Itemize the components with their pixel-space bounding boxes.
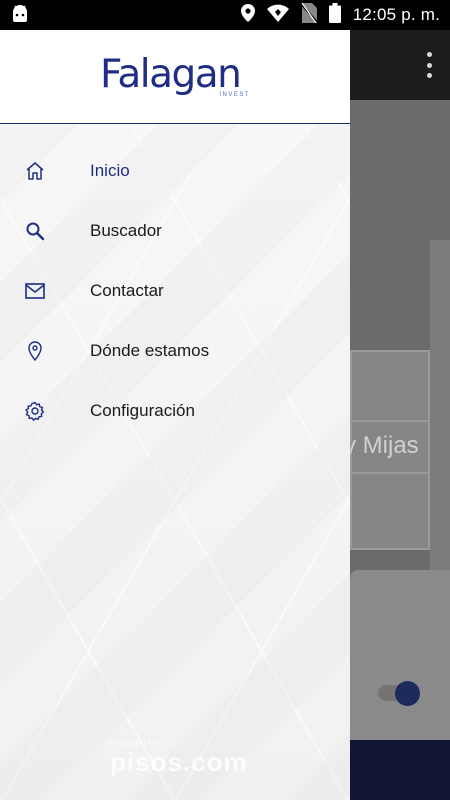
status-bar: 12:05 p. m. bbox=[0, 0, 450, 30]
drawer-menu: Inicio Buscador Contactar Dónde estamos bbox=[0, 124, 350, 441]
menu-item-donde-estamos[interactable]: Dónde estamos bbox=[0, 321, 350, 381]
falagan-logo: Falagan INVEST bbox=[100, 51, 250, 101]
mail-icon bbox=[24, 280, 46, 302]
powered-by-footer: Powered by pisos.com bbox=[110, 738, 250, 788]
no-sim-icon bbox=[300, 2, 318, 28]
background-toggle-knob[interactable] bbox=[395, 681, 420, 706]
menu-item-buscador[interactable]: Buscador bbox=[0, 201, 350, 261]
search-icon bbox=[24, 220, 46, 242]
background-hero-text: y Mijas bbox=[344, 432, 419, 459]
pisos-brand-logo: pisos.com bbox=[110, 747, 248, 777]
logo-wordmark: Falagan bbox=[100, 51, 242, 97]
settings-gear-icon bbox=[24, 400, 46, 422]
location-icon bbox=[240, 3, 255, 27]
menu-label-inicio: Inicio bbox=[90, 161, 130, 180]
wifi-icon bbox=[266, 4, 289, 27]
menu-label-donde-estamos: Dónde estamos bbox=[90, 341, 210, 360]
menu-label-contactar: Contactar bbox=[90, 281, 164, 300]
menu-item-configuracion[interactable]: Configuración bbox=[0, 381, 350, 441]
drawer-header: Falagan INVEST bbox=[0, 30, 350, 124]
menu-item-contactar[interactable]: Contactar bbox=[0, 261, 350, 321]
more-vert-icon[interactable] bbox=[426, 52, 432, 78]
menu-label-configuracion: Configuración bbox=[90, 401, 195, 420]
menu-item-inicio[interactable]: Inicio bbox=[0, 141, 350, 201]
menu-label-buscador: Buscador bbox=[90, 221, 162, 240]
navigation-drawer: Falagan INVEST Inicio Buscador Contactar bbox=[0, 30, 350, 800]
battery-icon bbox=[328, 2, 341, 28]
home-icon bbox=[24, 160, 46, 182]
status-time: 12:05 p. m. bbox=[352, 5, 440, 24]
location-pin-icon bbox=[24, 340, 46, 362]
logo-subtitle: INVEST bbox=[219, 91, 250, 98]
android-icon bbox=[10, 4, 30, 27]
